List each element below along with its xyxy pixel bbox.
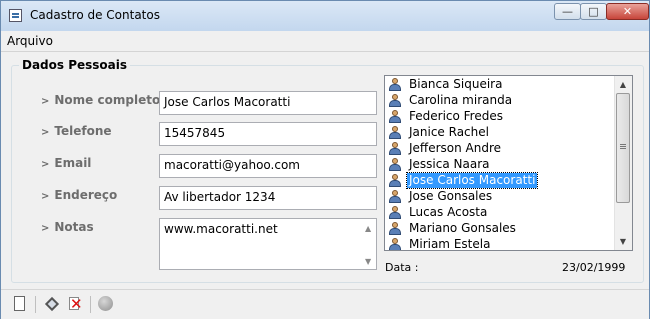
contact-icon: [387, 94, 403, 108]
list-item[interactable]: Janice Rachel: [387, 125, 615, 141]
telefone-label: > Telefone: [41, 124, 112, 138]
notas-label: > Notas: [41, 220, 94, 234]
list-scrollbar[interactable]: ▲ ▼: [614, 76, 632, 250]
email-field[interactable]: macoratti@yahoo.com: [159, 154, 377, 178]
new-document-icon[interactable]: [11, 295, 29, 313]
contacts-list[interactable]: Bianca Siqueira Carolina miranda Federic…: [384, 75, 633, 251]
list-item[interactable]: Bianca Siqueira: [387, 77, 615, 93]
list-item[interactable]: Lucas Acosta: [387, 205, 615, 221]
main-window: Cadastro de Contatos — □ ✕ Arquivo Dados…: [0, 0, 650, 319]
nome-label: > Nome completo: [41, 93, 161, 107]
endereco-label: > Endereço: [41, 188, 118, 202]
minimize-button[interactable]: —: [554, 3, 581, 20]
scroll-down-icon[interactable]: ▼: [615, 233, 631, 250]
email-label: > Email: [41, 156, 92, 170]
close-button[interactable]: ✕: [606, 3, 649, 20]
toolbar-separator: [90, 296, 91, 313]
telefone-field[interactable]: 15457845: [159, 122, 377, 146]
list-item[interactable]: Miriam Estela: [387, 237, 615, 250]
scroll-up-icon[interactable]: ▲: [615, 76, 631, 93]
contact-icon: [387, 142, 403, 156]
chevron-right-icon: >: [41, 191, 50, 202]
contact-icon: [387, 126, 403, 140]
window-title: Cadastro de Contatos: [30, 8, 160, 22]
nome-field[interactable]: Jose Carlos Macoratti: [159, 91, 377, 115]
contact-icon: [387, 158, 403, 172]
endereco-field[interactable]: Av libertador 1234: [159, 186, 377, 210]
notes-scroll-up-icon[interactable]: ▲: [365, 224, 371, 233]
title-bar[interactable]: Cadastro de Contatos — □ ✕: [1, 1, 649, 31]
data-label: Data :: [385, 261, 419, 274]
list-item[interactable]: Jessica Naara: [387, 157, 615, 173]
chevron-right-icon: >: [41, 223, 50, 234]
contact-icon: [387, 110, 403, 124]
menu-arquivo[interactable]: Arquivo: [7, 34, 53, 48]
menu-bar: Arquivo: [1, 31, 649, 52]
list-item[interactable]: Jose Gonsales: [387, 189, 615, 205]
group-title: Dados Pessoais: [19, 58, 131, 72]
list-item[interactable]: Jefferson Andre: [387, 141, 615, 157]
chevron-right-icon: >: [41, 159, 50, 170]
contact-icon: [387, 222, 403, 236]
contact-icon: [387, 174, 403, 188]
list-item[interactable]: Carolina miranda: [387, 93, 615, 109]
contact-icon: [387, 238, 403, 250]
app-icon: [9, 9, 22, 22]
toolbar: ✕: [1, 289, 649, 319]
contact-icon: [387, 190, 403, 204]
maximize-button[interactable]: □: [580, 3, 607, 20]
data-value: 23/02/1999: [562, 261, 626, 274]
scrollbar-thumb[interactable]: [616, 93, 630, 203]
list-item[interactable]: Mariano Gonsales: [387, 221, 615, 237]
edit-icon[interactable]: [44, 295, 62, 313]
delete-icon[interactable]: ✕: [68, 295, 86, 313]
chevron-right-icon: >: [41, 127, 50, 138]
notas-field[interactable]: www.macoratti.net: [159, 218, 377, 270]
contact-icon: [387, 206, 403, 220]
notes-scroll-down-icon[interactable]: ▼: [365, 257, 371, 266]
chevron-right-icon: >: [41, 96, 50, 107]
toolbar-separator: [35, 296, 36, 313]
contact-icon: [387, 78, 403, 92]
list-item-selected[interactable]: Jose Carlos Macoratti: [387, 172, 615, 189]
record-icon[interactable]: [97, 295, 115, 313]
list-item[interactable]: Federico Fredes: [387, 109, 615, 125]
